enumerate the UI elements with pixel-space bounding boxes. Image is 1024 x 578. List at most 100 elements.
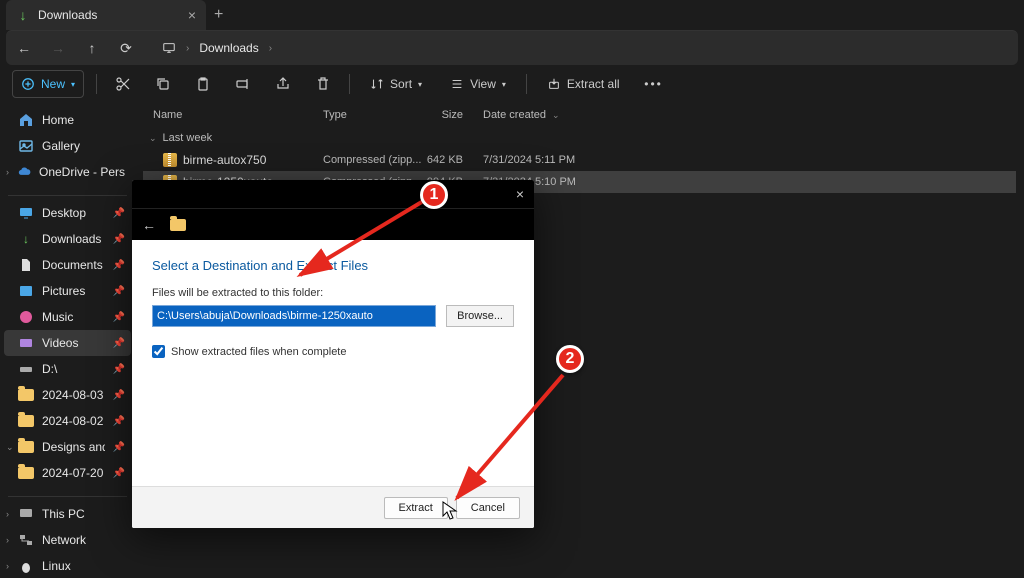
sidebar-item-label: Documents xyxy=(42,258,103,272)
plus-circle-icon xyxy=(21,77,35,91)
paste-button[interactable] xyxy=(189,70,217,98)
sidebar-item-label: 2024-08-02 xyxy=(42,414,103,428)
chevron-down-icon: ⌄ xyxy=(6,442,14,453)
folder-icon xyxy=(18,413,34,429)
sidebar-item-label: Home xyxy=(42,113,74,127)
sidebar-item-label: D:\ xyxy=(42,362,57,376)
sidebar-item-pictures[interactable]: Pictures 📌 xyxy=(4,278,131,304)
navbar: ← → ↑ ⟳ › Downloads › xyxy=(6,30,1018,65)
dialog-subtitle: Files will be extracted to this folder: xyxy=(152,287,514,299)
new-tab-button[interactable]: + xyxy=(214,6,223,24)
sidebar-item-folder-3[interactable]: ⌄ Designs and Do 📌 xyxy=(4,434,131,460)
sidebar-item-drive-d[interactable]: D:\ 📌 xyxy=(4,356,131,382)
show-files-checkbox-row[interactable]: Show extracted files when complete xyxy=(152,345,514,358)
chevron-right-icon: › xyxy=(269,43,272,54)
folder-icon xyxy=(18,387,34,403)
zip-icon xyxy=(163,153,177,167)
col-date[interactable]: Date created⌄ xyxy=(483,109,1016,121)
back-button[interactable]: ← xyxy=(142,217,156,233)
toolbar: New ▾ Sort ▾ View ▾ Extract all ••• xyxy=(0,65,1024,103)
pin-icon: 📌 xyxy=(113,442,125,453)
forward-button[interactable]: → xyxy=(50,40,66,56)
sidebar-item-videos[interactable]: Videos📌 xyxy=(4,330,131,356)
folder-icon xyxy=(18,465,34,481)
close-icon[interactable]: × xyxy=(188,7,196,23)
titlebar: ↓ Downloads × + xyxy=(0,0,1024,30)
linux-icon xyxy=(18,558,34,574)
pin-icon: 📌 xyxy=(113,338,125,349)
cut-button[interactable] xyxy=(109,70,137,98)
rename-button[interactable] xyxy=(229,70,257,98)
ellipsis-icon: ••• xyxy=(644,77,663,91)
close-icon[interactable]: × xyxy=(516,186,524,202)
extract-label: Extract all xyxy=(567,77,620,91)
sidebar-item-linux[interactable]: ›Linux xyxy=(4,553,131,578)
sidebar-item-label: Pictures xyxy=(42,284,85,298)
col-type[interactable]: Type xyxy=(323,109,423,121)
file-row[interactable]: birme-autox750 Compressed (zipp... 642 K… xyxy=(143,149,1016,171)
sidebar-item-network[interactable]: ›Network xyxy=(4,527,131,553)
folder-icon xyxy=(170,219,186,231)
group-last-week[interactable]: ⌄ Last week xyxy=(143,127,1016,149)
file-date: 7/31/2024 5:11 PM xyxy=(483,154,1016,166)
dialog-nav: ← xyxy=(132,208,534,240)
sidebar-item-this-pc[interactable]: ›This PC xyxy=(4,501,131,527)
chevron-down-icon: ⌄ xyxy=(552,110,560,120)
pc-icon xyxy=(18,506,34,522)
sidebar-item-downloads[interactable]: ↓Downloads📌 xyxy=(4,226,131,252)
sidebar-item-gallery[interactable]: Gallery xyxy=(4,133,131,159)
file-size: 642 KB xyxy=(423,154,483,166)
tab-downloads[interactable]: ↓ Downloads × xyxy=(6,0,206,30)
cloud-icon xyxy=(18,164,31,180)
sidebar-item-folder-1[interactable]: 2024-08-03 📌 xyxy=(4,382,131,408)
cancel-button[interactable]: Cancel xyxy=(456,497,520,519)
delete-button[interactable] xyxy=(309,70,337,98)
download-icon: ↓ xyxy=(16,8,30,22)
view-button[interactable]: View ▾ xyxy=(442,70,514,98)
folder-icon xyxy=(18,439,34,455)
pin-icon: 📌 xyxy=(113,364,125,375)
sidebar-item-label: Linux xyxy=(42,559,71,573)
breadcrumb[interactable]: Downloads xyxy=(199,41,258,55)
col-name[interactable]: Name xyxy=(143,109,323,121)
sidebar-item-music[interactable]: Music📌 xyxy=(4,304,131,330)
copy-button[interactable] xyxy=(149,70,177,98)
more-button[interactable]: ••• xyxy=(640,70,668,98)
sidebar-item-documents[interactable]: Documents📌 xyxy=(4,252,131,278)
show-files-checkbox[interactable] xyxy=(152,345,165,358)
sidebar-item-home[interactable]: Home xyxy=(4,107,131,133)
dialog-footer: Extract Cancel xyxy=(132,486,534,528)
sidebar-item-label: Designs and Do xyxy=(42,440,105,454)
extract-all-button[interactable]: Extract all xyxy=(539,70,628,98)
chevron-right-icon: › xyxy=(6,509,14,519)
sidebar-item-desktop[interactable]: Desktop📌 xyxy=(4,200,131,226)
sidebar-item-onedrive[interactable]: › OneDrive - Persona xyxy=(4,159,131,185)
sidebar-item-label: Downloads xyxy=(42,232,101,246)
group-label: Last week xyxy=(163,132,213,144)
chevron-down-icon: ⌄ xyxy=(149,133,157,144)
network-icon xyxy=(18,532,34,548)
sidebar-item-label: 2024-08-03 xyxy=(42,388,103,402)
music-icon xyxy=(18,309,34,325)
videos-icon xyxy=(18,335,34,351)
drive-icon xyxy=(18,361,34,377)
extract-button[interactable]: Extract xyxy=(384,497,448,519)
destination-path-input[interactable]: C:\Users\abuja\Downloads\birme-1250xauto xyxy=(152,305,436,327)
sidebar-item-folder-4[interactable]: 2024-07-20📌 xyxy=(4,460,131,486)
copy-icon xyxy=(155,76,171,92)
browse-button[interactable]: Browse... xyxy=(446,305,514,327)
sort-button[interactable]: Sort ▾ xyxy=(362,70,430,98)
col-size[interactable]: Size xyxy=(423,109,483,121)
up-button[interactable]: ↑ xyxy=(84,40,100,56)
new-button[interactable]: New ▾ xyxy=(12,70,84,98)
sidebar-item-folder-2[interactable]: 2024-08-02📌 xyxy=(4,408,131,434)
download-icon: ↓ xyxy=(18,231,34,247)
back-button[interactable]: ← xyxy=(16,40,32,56)
pin-icon: 📌 xyxy=(113,390,125,401)
address-bar[interactable]: › Downloads › xyxy=(162,41,272,55)
pin-icon: 📌 xyxy=(113,286,125,297)
sidebar-item-label: Desktop xyxy=(42,206,86,220)
tab-title: Downloads xyxy=(38,8,180,22)
refresh-button[interactable]: ⟳ xyxy=(118,40,134,56)
share-button[interactable] xyxy=(269,70,297,98)
